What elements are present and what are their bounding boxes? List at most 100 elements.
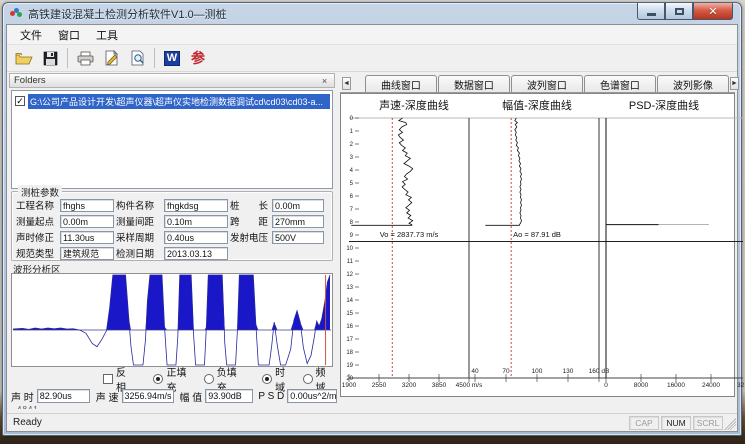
depth-tick-label: 19 xyxy=(346,363,353,369)
depth-tick-label: 18 xyxy=(346,350,353,356)
left-panel: Folders × ✓ G:\公司产品设计开发\超声仪器\超声仪实地检测数据调试… xyxy=(9,73,337,412)
depth-tick-label: 4 xyxy=(350,168,354,174)
resize-grip[interactable] xyxy=(724,418,736,430)
statusbar: Ready CAP NUM SCRL xyxy=(7,413,737,431)
folders-panel-header[interactable]: Folders × xyxy=(9,73,335,88)
tab-scroll-right-icon[interactable]: ► xyxy=(730,77,739,90)
param-value-field[interactable]: 270mm xyxy=(272,215,324,228)
file-path-label[interactable]: G:\公司产品设计开发\超声仪器\超声仪实地检测数据调试cd\cd03\cd03… xyxy=(28,94,330,109)
parameters-button[interactable]: 参 xyxy=(185,47,211,70)
radio-icon[interactable] xyxy=(303,374,313,384)
x-tick-label: 100 xyxy=(532,368,543,375)
depth-tick-label: 16 xyxy=(346,324,353,330)
depth-tick-label: 1 xyxy=(350,129,354,135)
menu-window[interactable]: 窗口 xyxy=(51,25,87,45)
param-value-field[interactable]: 0.00m xyxy=(272,199,324,212)
x-tick-label: 40 xyxy=(471,368,479,375)
depth-tick-label: 2 xyxy=(350,142,354,148)
tab-curve-window[interactable]: 曲线窗口 xyxy=(365,75,437,92)
window-title: 高铁建设混凝土检测分析软件V1.0—测桩 xyxy=(28,6,227,22)
item-checkbox[interactable]: ✓ xyxy=(15,96,25,106)
printer-icon xyxy=(77,51,94,66)
depth-tick-label: 15 xyxy=(346,311,353,317)
param-value-field[interactable]: 0.10m xyxy=(164,215,228,228)
param-label: 采样周期 xyxy=(116,230,162,244)
folders-title: Folders xyxy=(14,75,46,86)
charts-area[interactable]: 声速-深度曲线 幅值-深度曲线 PSD-深度曲线 012345678910111… xyxy=(340,93,735,397)
param-value-field[interactable]: 建筑规范 xyxy=(60,247,114,260)
print-preview-button[interactable] xyxy=(124,47,150,70)
tab-spectrum-window[interactable]: 色谱窗口 xyxy=(584,75,656,92)
x-tick-label: 16000 xyxy=(667,382,685,389)
x-tick-label: 70 xyxy=(502,368,510,375)
menu-tools[interactable]: 工具 xyxy=(89,25,125,45)
param-value-field[interactable]: 2013.03.13 xyxy=(164,247,228,260)
charts-svg: 0123456789101112131415161718192019002550… xyxy=(341,94,744,391)
readouts-row: 声 时 82.90us 声 速 3256.94m/s 幅 值 93.90dB P… xyxy=(11,388,337,404)
page-setup-button[interactable] xyxy=(98,47,124,70)
radio-icon[interactable] xyxy=(204,374,214,384)
depth-tick-label: 5 xyxy=(350,181,354,187)
radio-icon[interactable] xyxy=(262,374,272,384)
waveform-plot[interactable] xyxy=(11,273,333,367)
x-tick-label: 0 xyxy=(604,382,608,389)
depth-tick-label: 3 xyxy=(350,155,354,161)
param-value-field[interactable]: 0.40us xyxy=(164,231,228,244)
save-button[interactable] xyxy=(37,47,63,70)
param-value-field[interactable]: 0.00m xyxy=(60,215,114,228)
param-value-field[interactable]: fhghs xyxy=(60,199,114,212)
param-value-field[interactable]: 11.30us xyxy=(60,231,114,244)
scroll-lock-indicator: SCRL xyxy=(693,416,723,430)
folders-close-icon[interactable]: × xyxy=(319,76,330,86)
word-export-button[interactable]: W xyxy=(159,47,185,70)
chart-annotation: Ao = 87.91 dB xyxy=(513,230,561,239)
x-tick-label: 4500 m/s xyxy=(456,382,483,389)
sound-speed-field[interactable]: 3256.94m/s xyxy=(122,389,175,403)
amplitude-field[interactable]: 93.90dB xyxy=(205,389,253,403)
app-icon xyxy=(10,7,23,20)
depth-curve xyxy=(351,118,412,225)
word-icon: W xyxy=(164,51,180,66)
param-value-field[interactable]: fhgkdsg xyxy=(164,199,228,212)
open-button[interactable] xyxy=(11,47,37,70)
sound-time-field[interactable]: 82.90us xyxy=(37,389,90,403)
depth-tick-label: 13 xyxy=(346,285,353,291)
titlebar[interactable]: 高铁建设混凝土检测分析软件V1.0—测桩 ✕ xyxy=(3,3,741,24)
tab-data-window[interactable]: 数据窗口 xyxy=(438,75,510,92)
depth-tick-label: 6 xyxy=(350,194,354,200)
maximize-button[interactable] xyxy=(665,3,693,20)
tab-wave-train-window[interactable]: 波列窗口 xyxy=(511,75,583,92)
amplitude-label: 幅 值 xyxy=(179,389,202,404)
folders-list[interactable]: ✓ G:\公司产品设计开发\超声仪器\超声仪实地检测数据调试cd\cd03\cd… xyxy=(11,90,333,189)
status-ready-text: Ready xyxy=(13,417,42,428)
caps-lock-indicator: CAP xyxy=(629,416,659,430)
x-tick-label: 3850 xyxy=(432,382,447,389)
param-label: 检测日期 xyxy=(116,246,162,260)
radio-icon[interactable] xyxy=(153,374,163,384)
list-item[interactable]: ✓ G:\公司产品设计开发\超声仪器\超声仪实地检测数据调试cd\cd03\cd… xyxy=(14,94,330,108)
pile-parameters-group: 测桩参数 工程名称fhghs构件名称fhgkdsg桩 长0.00m测量起点0.0… xyxy=(11,191,333,261)
main-area: Folders × ✓ G:\公司产品设计开发\超声仪器\超声仪实地检测数据调试… xyxy=(7,72,737,413)
param-label: 发射电压 xyxy=(230,230,270,244)
tabstrip: ◄ 曲线窗口 数据窗口 波列窗口 色谱窗口 波列影像 ► xyxy=(340,73,735,93)
checkbox-icon[interactable] xyxy=(103,374,113,384)
params-grid: 工程名称fhghs构件名称fhgkdsg桩 长0.00m测量起点0.00m测量间… xyxy=(16,198,330,260)
menu-file[interactable]: 文件 xyxy=(13,25,49,45)
minimize-button[interactable] xyxy=(637,3,665,20)
right-panel: ◄ 曲线窗口 数据窗口 波列窗口 色谱窗口 波列影像 ► 声速-深度曲线 幅值-… xyxy=(340,73,735,412)
close-button[interactable]: ✕ xyxy=(693,3,733,20)
x-tick-label: 32000 xyxy=(737,382,744,389)
depth-tick-label: 17 xyxy=(346,337,353,343)
tab-wave-image-window[interactable]: 波列影像 xyxy=(657,75,729,92)
print-button[interactable] xyxy=(72,47,98,70)
x-tick-label: 130 xyxy=(563,368,574,375)
clipped-footnote-text: 4841… xyxy=(17,405,48,409)
psd-field[interactable]: 0.00us^2/m xyxy=(287,389,337,403)
wave-outline xyxy=(13,275,330,365)
print-preview-icon xyxy=(130,50,145,66)
depth-tick-label: 12 xyxy=(346,272,353,278)
x-tick-label: 1900 xyxy=(342,382,357,389)
app-window: 高铁建设混凝土检测分析软件V1.0—测桩 ✕ 文件 窗口 工具 xyxy=(2,2,742,436)
param-value-field[interactable]: 500V xyxy=(272,231,324,244)
tab-scroll-left-icon[interactable]: ◄ xyxy=(342,77,351,90)
